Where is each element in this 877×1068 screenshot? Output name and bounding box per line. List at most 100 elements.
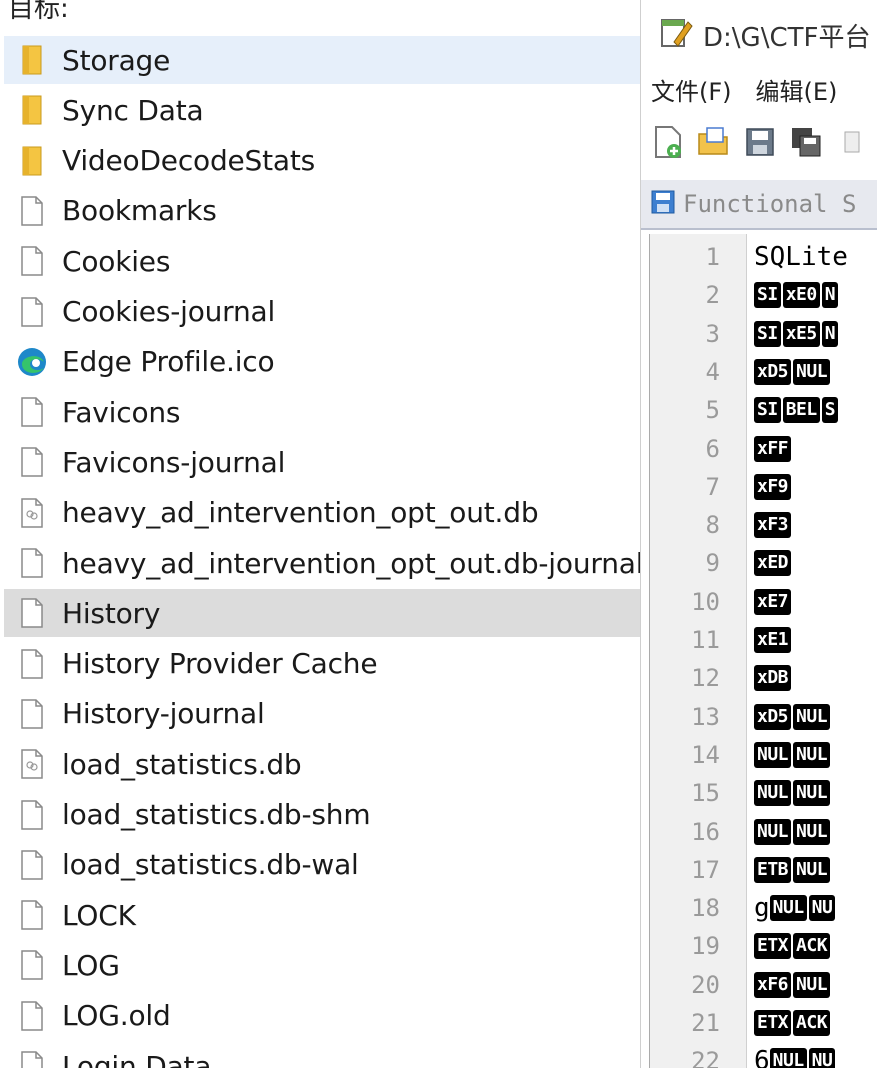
- file-list-item[interactable]: heavy_ad_intervention_opt_out.db-journal: [4, 539, 640, 587]
- file-icon: [16, 595, 48, 631]
- code-line: 2 SI xE0 N: [650, 276, 839, 314]
- document-tab-icon: [651, 190, 675, 218]
- save-icon[interactable]: [741, 123, 779, 161]
- file-list-item[interactable]: LOG: [4, 941, 640, 989]
- line-number: 17: [691, 855, 720, 884]
- line-content: xF6 NUL: [754, 971, 832, 998]
- line-content: xDB: [754, 665, 793, 692]
- document-tab[interactable]: Functional S: [641, 180, 877, 230]
- line-content: xD5 NUL: [754, 358, 832, 385]
- line-content: xD5 NUL: [754, 703, 832, 730]
- file-list-item[interactable]: Bookmarks: [4, 187, 640, 235]
- save-all-icon[interactable]: [787, 123, 825, 161]
- code-line: 5 SI BEL S: [650, 391, 839, 429]
- file-list-item[interactable]: load_statistics.db: [4, 740, 640, 788]
- file-list-item-label: LOG.old: [62, 999, 171, 1033]
- line-text: 6: [754, 1046, 770, 1068]
- control-char-token: xF9: [754, 473, 792, 500]
- line-content: g NUL NU: [754, 893, 837, 923]
- line-content: NUL NUL: [754, 741, 832, 768]
- line-number: 20: [691, 970, 720, 999]
- control-char-token: NUL: [793, 971, 831, 998]
- file-list-item[interactable]: Login Data: [4, 1042, 640, 1068]
- file-list-item[interactable]: Cookies-journal: [4, 288, 640, 336]
- menu-bar: 文件(F) 编辑(E): [651, 72, 837, 107]
- control-char-token: NUL: [769, 1048, 807, 1068]
- code-line: 10 xE7: [650, 583, 792, 621]
- file-icon: [16, 394, 48, 430]
- control-char-token: xD5: [754, 358, 792, 385]
- line-content: 6 NUL NU: [754, 1046, 837, 1068]
- file-list-item[interactable]: History: [4, 589, 640, 638]
- line-content: xF3: [754, 512, 793, 539]
- column-header: 目标:: [8, 0, 69, 24]
- code-line: 16 NUL NUL: [650, 813, 831, 851]
- code-line: 8 xF3: [650, 506, 792, 544]
- editor-toolbar: [649, 118, 871, 166]
- file-list-item-label: Cookies-journal: [62, 295, 276, 328]
- open-file-icon[interactable]: [695, 123, 733, 161]
- file-icon: [16, 444, 48, 480]
- file-list-item[interactable]: Sync Data: [4, 86, 640, 134]
- file-list-item[interactable]: LOG.old: [4, 992, 640, 1040]
- file-list-item[interactable]: Storage: [4, 36, 640, 84]
- file-list-item-label: Edge Profile.ico: [62, 345, 275, 379]
- file-list-item-label: History-journal: [62, 697, 265, 731]
- file-list-item[interactable]: Edge Profile.ico: [4, 338, 640, 386]
- code-line: 19 ETX ACK: [650, 927, 831, 965]
- file-list-item[interactable]: load_statistics.db-wal: [4, 841, 640, 889]
- line-content: SI xE5 N: [754, 320, 840, 347]
- file-list-item[interactable]: VideoDecodeStats: [4, 137, 640, 185]
- control-char-token: N: [821, 282, 839, 309]
- code-area[interactable]: 1 SQLite 2 SI xE0 N 3 SI xE5 N 4 xD5 NUL 5 SI BEL S 6 xFF 7…: [649, 234, 877, 1068]
- line-number: 18: [691, 894, 720, 923]
- line-content: NUL NUL: [754, 818, 832, 845]
- file-explorer-list: 目标: Storage Sync Data VideoDecodeStats Book…: [0, 0, 640, 1068]
- control-char-token: xE0: [782, 282, 820, 309]
- new-file-icon[interactable]: [649, 123, 687, 161]
- line-content: xED: [754, 550, 793, 577]
- control-char-token: NUL: [754, 780, 792, 807]
- line-number: 10: [691, 587, 720, 616]
- code-line: 15 NUL NUL: [650, 774, 831, 812]
- file-list-item[interactable]: heavy_ad_intervention_opt_out.db: [4, 489, 640, 537]
- control-char-token: xE1: [754, 627, 792, 653]
- edge-icon: [16, 344, 48, 380]
- file-list-item[interactable]: History-journal: [4, 690, 640, 738]
- file-icon: [16, 696, 48, 732]
- line-content: ETX ACK: [754, 1010, 832, 1036]
- line-number: 6: [705, 434, 720, 463]
- control-char-token: NUL: [793, 358, 831, 385]
- control-char-token: ACK: [793, 1010, 831, 1036]
- menu-edit[interactable]: 编辑(E): [756, 72, 838, 107]
- file-list-item[interactable]: Cookies: [4, 237, 640, 285]
- file-icon: [16, 646, 48, 682]
- code-line: 18 g NUL NU: [650, 889, 836, 927]
- file-list-item[interactable]: Favicons: [4, 388, 640, 436]
- close-icon[interactable]: [833, 123, 871, 161]
- control-char-token: NUL: [769, 895, 807, 922]
- line-number: 22: [691, 1047, 720, 1068]
- control-char-token: NUL: [793, 780, 831, 807]
- file-list-item-label: Favicons: [62, 395, 181, 429]
- file-list-item[interactable]: Favicons-journal: [4, 438, 640, 486]
- menu-file[interactable]: 文件(F): [651, 72, 732, 107]
- file-icon: [16, 847, 48, 883]
- editor-title: D:\G\CTF平台: [703, 22, 871, 53]
- line-content: xE7: [754, 588, 793, 615]
- control-char-token: S: [821, 397, 839, 424]
- line-number: 14: [691, 740, 720, 769]
- code-line: 7 xF9: [650, 468, 792, 506]
- line-number: 11: [691, 626, 720, 654]
- file-list-item[interactable]: load_statistics.db-shm: [4, 791, 640, 839]
- control-char-token: ETX: [754, 1010, 792, 1036]
- document-tab-label: Functional S: [683, 190, 857, 218]
- control-char-token: NUL: [793, 741, 831, 768]
- folder-icon: [16, 143, 48, 179]
- file-icon: [16, 947, 48, 983]
- file-list-item[interactable]: History Provider Cache: [4, 640, 640, 688]
- control-char-token: NUL: [793, 703, 831, 730]
- line-number: 7: [705, 472, 720, 501]
- line-content: ETB NUL: [754, 856, 832, 883]
- file-list-item[interactable]: LOCK: [4, 891, 640, 939]
